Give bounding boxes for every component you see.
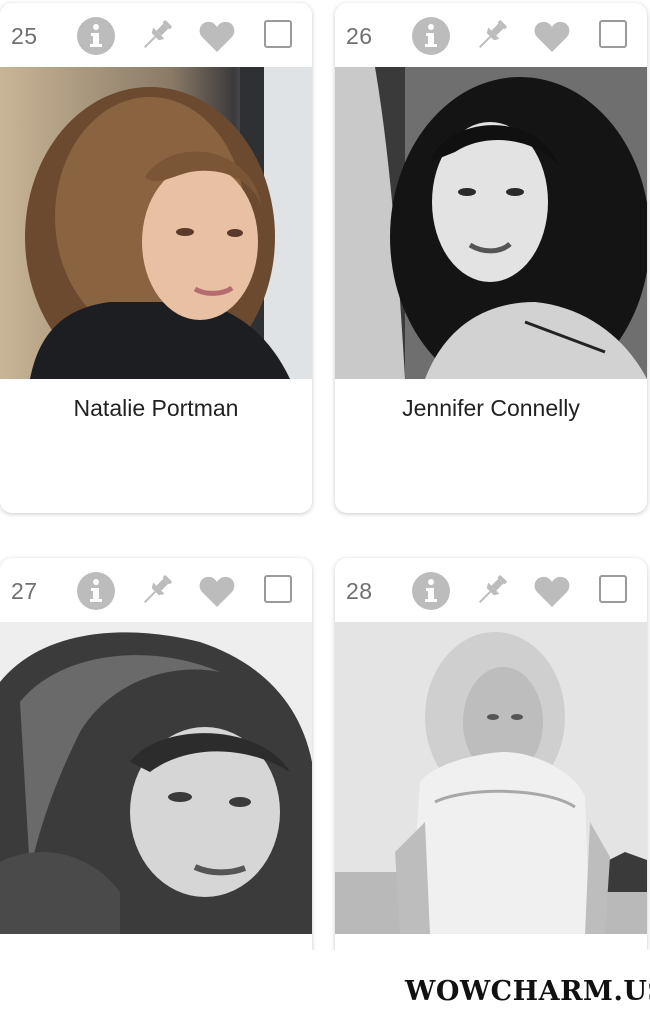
card-header: 28 [335, 558, 647, 622]
info-icon[interactable] [76, 571, 116, 611]
pin-icon[interactable] [136, 16, 176, 56]
card-header: 25 [0, 3, 312, 67]
info-icon[interactable] [411, 571, 451, 611]
pin-icon[interactable] [471, 16, 511, 56]
portrait-photo[interactable] [335, 67, 647, 379]
pin-icon[interactable] [136, 571, 176, 611]
card-header: 27 [0, 558, 312, 622]
celebrity-card: 28 [335, 558, 647, 978]
portrait-photo[interactable] [0, 67, 312, 379]
select-checkbox[interactable] [599, 575, 627, 603]
info-icon[interactable] [76, 16, 116, 56]
select-checkbox[interactable] [599, 20, 627, 48]
select-checkbox[interactable] [264, 575, 292, 603]
celebrity-name[interactable]: Natalie Portman [0, 395, 312, 422]
celebrity-card: 25 Natalie Portman [0, 3, 312, 513]
celebrity-card: 26 Jennifer Connelly [335, 3, 647, 513]
card-header: 26 [335, 3, 647, 67]
portrait-photo[interactable] [0, 622, 312, 934]
rank-number: 28 [346, 578, 373, 604]
watermark: WOWCHARM.US [405, 976, 650, 1007]
portrait-photo[interactable] [335, 622, 647, 934]
celebrity-card: 27 [0, 558, 312, 978]
heart-icon[interactable] [532, 571, 572, 611]
select-checkbox[interactable] [264, 20, 292, 48]
rank-number: 26 [346, 23, 373, 49]
rank-number: 27 [11, 578, 38, 604]
pin-icon[interactable] [471, 571, 511, 611]
celebrity-name[interactable]: Jennifer Connelly [335, 395, 647, 422]
heart-icon[interactable] [197, 16, 237, 56]
info-icon[interactable] [411, 16, 451, 56]
heart-icon[interactable] [532, 16, 572, 56]
rank-number: 25 [11, 23, 38, 49]
heart-icon[interactable] [197, 571, 237, 611]
